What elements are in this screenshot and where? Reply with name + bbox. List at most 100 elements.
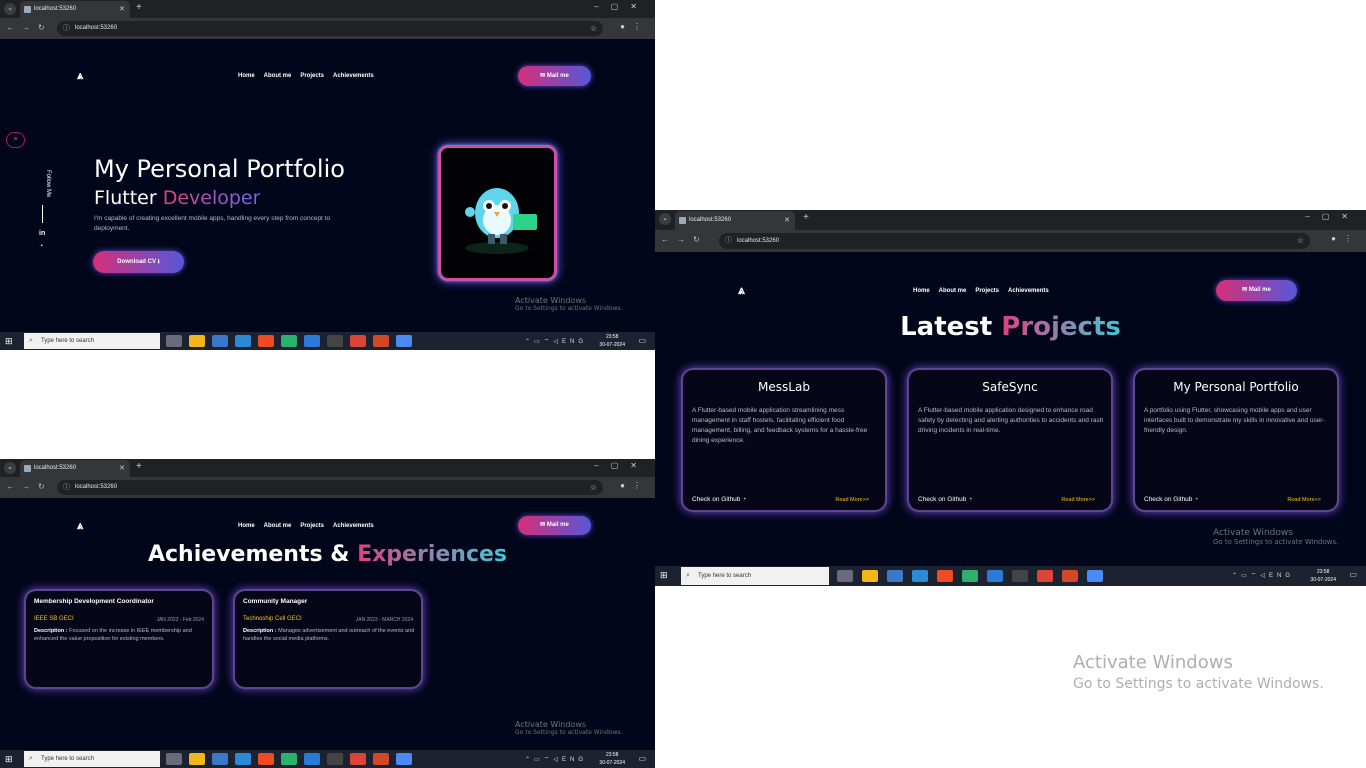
brave-icon[interactable] <box>937 570 953 582</box>
system-tray-icons[interactable]: ⌃▭⌔◁ENG <box>525 337 587 345</box>
terminal-icon[interactable] <box>1012 570 1028 582</box>
chrome-icon[interactable] <box>350 753 366 765</box>
github-link[interactable]: Check on Github ◔ <box>692 496 746 503</box>
read-more-link[interactable]: Read More>> <box>835 497 869 503</box>
notification-icon[interactable]: ▭ <box>638 336 646 345</box>
mail-icon[interactable] <box>912 570 928 582</box>
github-icon[interactable]: ◔ <box>39 243 43 250</box>
window-controls[interactable]: –▢✕ <box>594 2 649 11</box>
nav-buttons[interactable]: ←→↻ <box>661 235 708 244</box>
github-link[interactable]: Check on Github ◔ <box>1144 496 1198 503</box>
linkedin-icon[interactable]: in <box>39 230 45 237</box>
menu-icon[interactable]: ≡ <box>6 132 25 148</box>
task-view-icon[interactable] <box>166 753 182 765</box>
read-more-link[interactable]: Read More>> <box>1287 497 1321 503</box>
nav-projects[interactable]: Projects <box>300 523 324 529</box>
nav-home[interactable]: Home <box>913 288 930 294</box>
edge-icon[interactable] <box>962 570 978 582</box>
nav-achievements[interactable]: Achievements <box>333 523 374 529</box>
mail-me-button[interactable]: ✉ Mail me <box>1216 280 1297 301</box>
nav-buttons[interactable]: ←→↻ <box>6 482 53 491</box>
nav-home[interactable]: Home <box>238 523 255 529</box>
tab-search-icon[interactable]: ⌄ <box>4 462 16 474</box>
nav-about[interactable]: About me <box>264 73 292 79</box>
nav-projects[interactable]: Projects <box>975 288 999 294</box>
url-field[interactable]: ⓘ localhost:53260 ☆ <box>57 480 603 495</box>
taskbar-search[interactable]: ⌕ Type here to search <box>24 333 160 349</box>
browser-tab[interactable]: localhost:53260 ✕ <box>20 1 130 18</box>
mail-icon[interactable] <box>235 753 251 765</box>
browser-tab[interactable]: localhost:53260 ✕ <box>675 211 795 230</box>
nav-projects[interactable]: Projects <box>300 73 324 79</box>
task-view-icon[interactable] <box>837 570 853 582</box>
powerpoint-icon[interactable] <box>373 753 389 765</box>
chrome-active-icon[interactable] <box>396 753 412 765</box>
profile-menu-icons[interactable]: ●⋮ <box>620 481 649 490</box>
download-cv-button[interactable]: Download CV ⭳ <box>93 251 184 273</box>
terminal-icon[interactable] <box>327 753 343 765</box>
browser-tab[interactable]: localhost:53260 ✕ <box>20 460 130 477</box>
store-icon[interactable] <box>212 335 228 347</box>
windows-start-icon[interactable]: ⊞ <box>660 570 668 581</box>
mail-me-button[interactable]: ✉ Mail me <box>518 66 591 86</box>
close-tab-icon[interactable]: ✕ <box>119 1 125 18</box>
profile-menu-icons[interactable]: ●⋮ <box>1331 234 1360 243</box>
language-indicator[interactable]: ENG <box>562 757 587 763</box>
language-indicator[interactable]: ENG <box>1269 573 1294 579</box>
site-info-icon[interactable]: ⓘ <box>63 21 70 36</box>
vscode-icon[interactable] <box>304 335 320 347</box>
store-icon[interactable] <box>887 570 903 582</box>
chrome-active-icon[interactable] <box>396 335 412 347</box>
tab-search-icon[interactable]: ⌄ <box>4 3 16 15</box>
nav-achievements[interactable]: Achievements <box>333 73 374 79</box>
brave-icon[interactable] <box>258 335 274 347</box>
mail-me-button[interactable]: ✉ Mail me <box>518 516 591 535</box>
system-tray-icons[interactable]: ⌃▭⌔◁ENG <box>525 755 587 763</box>
site-logo[interactable]: ⩓ <box>738 283 745 298</box>
bookmark-star-icon[interactable]: ☆ <box>590 480 597 495</box>
chrome-active-icon[interactable] <box>1087 570 1103 582</box>
clock[interactable]: 23:58 30-07-2024 <box>599 333 625 349</box>
taskbar-search[interactable]: ⌕ Type here to search <box>681 567 829 585</box>
nav-home[interactable]: Home <box>238 73 255 79</box>
profile-menu-icons[interactable]: ●⋮ <box>620 22 649 31</box>
notification-icon[interactable]: ▭ <box>638 754 646 763</box>
site-info-icon[interactable]: ⓘ <box>725 233 732 249</box>
notification-icon[interactable]: ▭ <box>1349 570 1357 579</box>
site-logo[interactable]: ⩓ <box>77 519 83 533</box>
github-link[interactable]: Check on Github ◔ <box>918 496 972 503</box>
file-explorer-icon[interactable] <box>189 335 205 347</box>
clock[interactable]: 23:58 30-07-2024 <box>599 751 625 767</box>
vscode-icon[interactable] <box>304 753 320 765</box>
site-logo[interactable]: ⩓ <box>77 69 83 83</box>
brave-icon[interactable] <box>258 753 274 765</box>
nav-achievements[interactable]: Achievements <box>1008 288 1049 294</box>
bookmark-star-icon[interactable]: ☆ <box>1297 233 1304 249</box>
new-tab-icon[interactable]: + <box>136 2 142 13</box>
taskbar-search[interactable]: ⌕ Type here to search <box>24 751 160 767</box>
powerpoint-icon[interactable] <box>373 335 389 347</box>
bookmark-star-icon[interactable]: ☆ <box>590 21 597 36</box>
close-tab-icon[interactable]: ✕ <box>119 460 125 477</box>
new-tab-icon[interactable]: + <box>136 461 142 472</box>
window-controls[interactable]: –▢✕ <box>1305 212 1360 221</box>
window-controls[interactable]: –▢✕ <box>594 461 649 470</box>
store-icon[interactable] <box>212 753 228 765</box>
site-info-icon[interactable]: ⓘ <box>63 480 70 495</box>
terminal-icon[interactable] <box>327 335 343 347</box>
new-tab-icon[interactable]: + <box>803 212 809 223</box>
chrome-icon[interactable] <box>1037 570 1053 582</box>
windows-start-icon[interactable]: ⊞ <box>5 336 13 347</box>
powerpoint-icon[interactable] <box>1062 570 1078 582</box>
read-more-link[interactable]: Read More>> <box>1061 497 1095 503</box>
mail-icon[interactable] <box>235 335 251 347</box>
url-field[interactable]: ⓘ localhost:53260 ☆ <box>719 233 1310 249</box>
clock[interactable]: 23:58 30-07-2024 <box>1310 568 1336 584</box>
language-indicator[interactable]: ENG <box>562 339 587 345</box>
task-view-icon[interactable] <box>166 335 182 347</box>
file-explorer-icon[interactable] <box>862 570 878 582</box>
system-tray-icons[interactable]: ⌃▭⌔◁ENG <box>1232 571 1294 579</box>
edge-icon[interactable] <box>281 753 297 765</box>
url-field[interactable]: ⓘ localhost:53260 ☆ <box>57 21 603 36</box>
tab-search-icon[interactable]: ⌄ <box>659 213 671 225</box>
